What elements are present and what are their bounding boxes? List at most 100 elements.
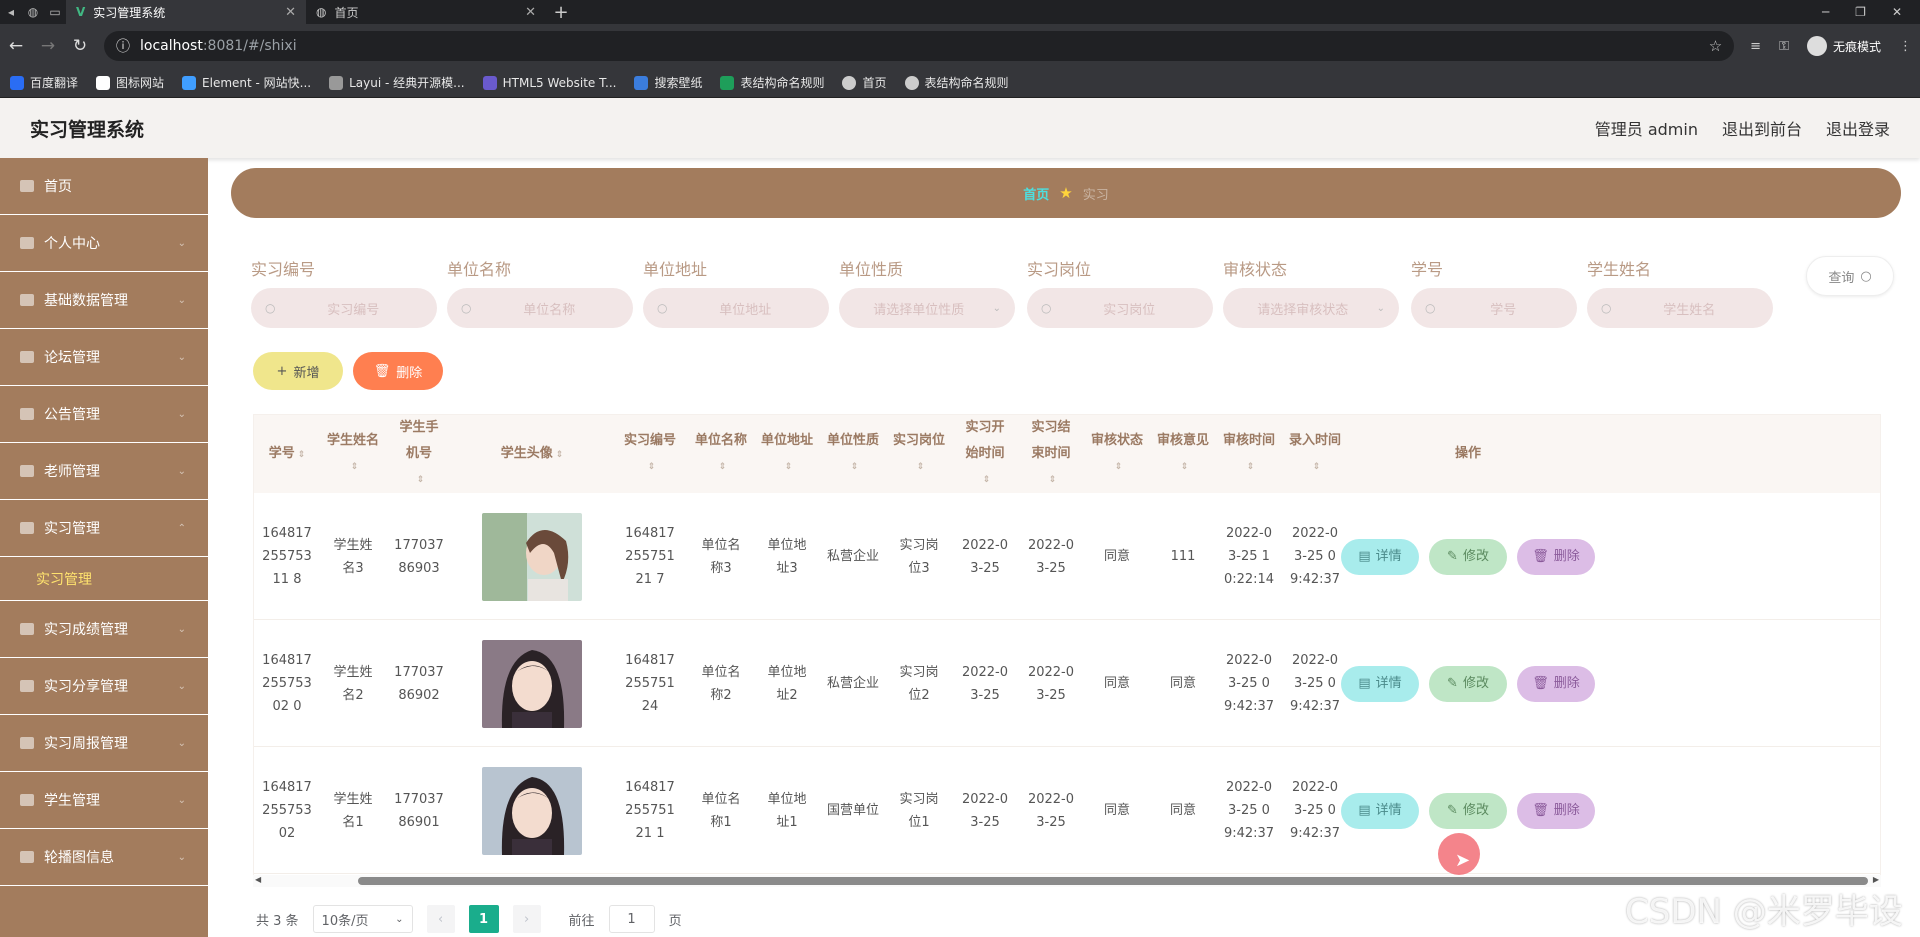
col-start[interactable]: 实习开始时间 ⇕ (952, 415, 1018, 493)
scroll-right-icon[interactable]: ▶ (1873, 875, 1879, 884)
delete-button[interactable]: 🗑 删除 (1517, 665, 1595, 702)
xuehao-input[interactable]: ○ 学号 (1411, 288, 1577, 328)
reload-icon[interactable]: ↻ (72, 36, 88, 56)
query-button[interactable]: 查询 ○ (1806, 256, 1894, 296)
prev-page-button[interactable]: ‹ (426, 905, 455, 933)
col-unit-addr[interactable]: 单位地址 ⇕ (754, 415, 820, 493)
sort-icon[interactable]: ⇕ (983, 467, 991, 493)
detail-button[interactable]: ▤ 详情 (1341, 665, 1419, 702)
col-entry-time[interactable]: 录入时间 ⇕ (1282, 415, 1348, 493)
delete-button[interactable]: 🗑 删除 (1517, 538, 1595, 575)
detail-button[interactable]: ▤ 详情 (1341, 538, 1419, 575)
logout-link[interactable]: 退出登录 (1826, 116, 1890, 140)
edit-button[interactable]: ✎ 修改 (1429, 538, 1507, 575)
edit-button[interactable]: ✎ 修改 (1429, 665, 1507, 702)
breadcrumb-home[interactable]: 首页 (1023, 184, 1049, 203)
close-tab-icon[interactable]: ✕ (285, 5, 296, 20)
student-avatar-image[interactable] (482, 512, 582, 601)
unit-addr-input[interactable]: ○ 单位地址 (643, 288, 829, 328)
browser-tab[interactable]: ◍ 首页 ✕ (306, 0, 546, 24)
sidebar-item-carousel[interactable]: 轮播图信息 ⌄ (0, 829, 208, 886)
sort-icon[interactable]: ⇕ (1115, 454, 1123, 480)
url-field[interactable]: ⓘ localhost:8081/#/shixi ☆ (104, 31, 1735, 61)
delete-button[interactable]: 🗑 删除 (1517, 792, 1595, 829)
col-phone[interactable]: 学生手机号 ⇕ (386, 415, 452, 493)
shixi-no-input[interactable]: ○ 实习编号 (251, 288, 437, 328)
new-tab-button[interactable]: + (546, 2, 576, 23)
sort-icon[interactable]: ⇕ (851, 454, 859, 480)
col-unit-type[interactable]: 单位性质 ⇕ (820, 415, 886, 493)
sidebar-item-home[interactable]: 首页 (0, 158, 208, 215)
sort-icon[interactable]: ⇕ (1313, 454, 1321, 480)
scroll-left-icon[interactable]: ◀ (255, 875, 261, 884)
add-button[interactable]: + 新增 (253, 352, 343, 390)
student-name-input[interactable]: ○ 学生姓名 (1587, 288, 1773, 328)
restore-icon[interactable]: ❐ (1855, 5, 1866, 19)
status-select[interactable]: 请选择审核状态 ⌄ (1223, 288, 1399, 328)
sort-icon[interactable]: ⇕ (648, 454, 656, 480)
bookmark-item[interactable]: Layui - 经典开源模... (329, 74, 465, 91)
page-number-current[interactable]: 1 (468, 905, 499, 933)
back-to-front-link[interactable]: 退出到前台 (1722, 116, 1802, 140)
post-input[interactable]: ○ 实习岗位 (1027, 288, 1213, 328)
col-status[interactable]: 审核状态 ⇕ (1084, 415, 1150, 493)
bookmark-item[interactable]: 首页 (842, 74, 887, 91)
col-avatar[interactable]: 学生头像 ⇕ (452, 415, 612, 493)
reading-list-icon[interactable]: ≡ (1750, 39, 1761, 54)
bookmark-item[interactable]: HTML5 Website T... (482, 75, 616, 90)
col-end[interactable]: 实习结束时间 ⇕ (1018, 415, 1084, 493)
bookmark-item[interactable]: 表结构命名规则 (720, 74, 824, 91)
sort-icon[interactable]: ⇕ (298, 450, 306, 460)
batch-delete-button[interactable]: 🗑 删除 (353, 352, 443, 390)
sidebar-subitem-internship[interactable]: 实习管理 (0, 557, 208, 601)
sidebar-item-profile[interactable]: 个人中心 ⌄ (0, 215, 208, 272)
minimize-icon[interactable]: ─ (1822, 5, 1829, 19)
sort-icon[interactable]: ⇕ (1247, 454, 1255, 480)
bookmark-item[interactable]: 百度翻译 (10, 74, 78, 91)
sort-icon[interactable]: ⇕ (1181, 454, 1189, 480)
sidebar-item-share[interactable]: 实习分享管理 ⌄ (0, 658, 208, 715)
info-icon[interactable]: ⓘ (116, 36, 130, 56)
sort-icon[interactable]: ⇕ (719, 454, 727, 480)
col-post[interactable]: 实习岗位 ⇕ (886, 415, 952, 493)
sidebar-item-internship[interactable]: 实习管理 ⌃ (0, 500, 208, 557)
unit-name-input[interactable]: ○ 单位名称 (447, 288, 633, 328)
sidebar-item-forum[interactable]: 论坛管理 ⌄ (0, 329, 208, 386)
bookmark-star-icon[interactable]: ☆ (1709, 37, 1722, 55)
globe-icon[interactable]: ◍ (22, 0, 44, 24)
sidebar-item-student[interactable]: 学生管理 ⌄ (0, 772, 208, 829)
forward-icon[interactable]: → (40, 36, 56, 56)
sort-icon[interactable]: ⇕ (785, 454, 793, 480)
back-icon[interactable]: ← (8, 36, 24, 56)
close-window-icon[interactable]: ✕ (1892, 5, 1902, 19)
sidebar-item-notice[interactable]: 公告管理 ⌄ (0, 386, 208, 443)
window-icon[interactable]: ▭ (44, 0, 66, 24)
sort-icon[interactable]: ⇕ (1049, 467, 1057, 493)
student-avatar-image[interactable] (482, 639, 582, 728)
more-menu-icon[interactable]: ⋮ (1899, 39, 1912, 54)
bookmark-item[interactable]: 图标网站 (96, 74, 164, 91)
sidebar-item-weekly[interactable]: 实习周报管理 ⌄ (0, 715, 208, 772)
sort-icon[interactable]: ⇕ (417, 467, 425, 493)
student-avatar-image[interactable] (482, 766, 582, 855)
detail-button[interactable]: ▤ 详情 (1341, 792, 1419, 829)
col-opinion[interactable]: 审核意见 ⇕ (1150, 415, 1216, 493)
edit-button[interactable]: ✎ 修改 (1429, 792, 1507, 829)
profile-button[interactable]: 无痕模式 (1806, 36, 1881, 56)
page-size-select[interactable]: 10条/页 ⌄ (312, 905, 413, 933)
col-name[interactable]: 学生姓名 ⇕ (320, 415, 386, 493)
key-icon[interactable]: ⚿ (1779, 39, 1789, 54)
sort-icon[interactable]: ⇕ (556, 450, 564, 460)
sort-icon[interactable]: ⇕ (351, 454, 359, 480)
col-shixi-no[interactable]: 实习编号 ⇕ (612, 415, 688, 493)
close-tab-icon[interactable]: ✕ (525, 5, 536, 20)
col-xuehao[interactable]: 学号 ⇕ (254, 415, 320, 493)
next-page-button[interactable]: › (512, 905, 541, 933)
audio-icon[interactable]: ◂ (0, 0, 22, 24)
sidebar-item-grades[interactable]: 实习成绩管理 ⌄ (0, 601, 208, 658)
browser-tab-active[interactable]: V 实习管理系统 ✕ (66, 0, 306, 24)
sidebar-item-teacher[interactable]: 老师管理 ⌄ (0, 443, 208, 500)
sort-icon[interactable]: ⇕ (917, 454, 925, 480)
sidebar-item-basic-data[interactable]: 基础数据管理 ⌄ (0, 272, 208, 329)
bookmark-item[interactable]: 搜索壁纸 (634, 74, 702, 91)
